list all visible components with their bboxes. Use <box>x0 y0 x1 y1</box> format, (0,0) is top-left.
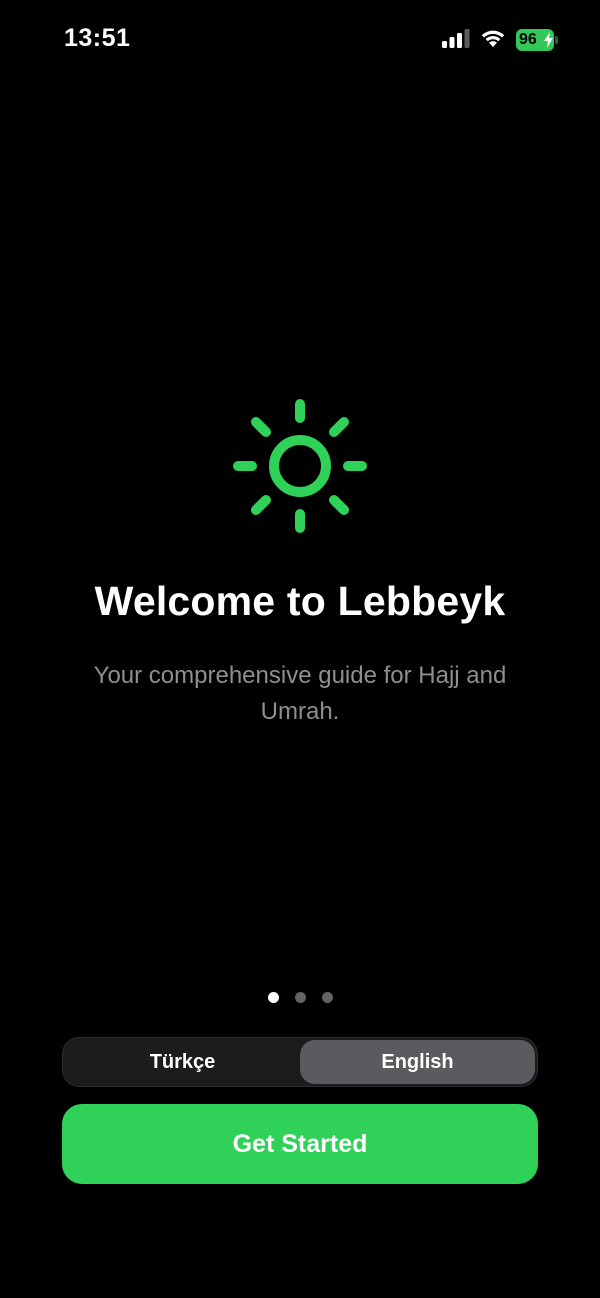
page-dot-1[interactable] <box>267 992 279 1003</box>
sun-icon <box>230 396 370 536</box>
language-toggle[interactable]: Türkçe English <box>62 1037 538 1087</box>
status-time: 13:51 <box>64 24 131 52</box>
battery-cap <box>555 36 558 44</box>
battery-icon: 96 <box>516 29 554 51</box>
battery-level: 96 <box>519 31 537 48</box>
page-indicator[interactable] <box>0 992 600 1003</box>
status-bar: 13:51 96 <box>0 0 600 80</box>
wifi-icon <box>480 28 506 53</box>
language-option-english[interactable]: English <box>300 1040 535 1084</box>
welcome-subtitle: Your comprehensive guide for Hajj and Um… <box>93 662 507 725</box>
welcome-title: Welcome to Lebbeyk <box>94 578 506 624</box>
cellular-signal-icon <box>442 28 470 53</box>
charging-bolt-icon <box>544 32 553 48</box>
page-dot-2[interactable] <box>294 992 306 1003</box>
language-option-turkish[interactable]: Türkçe <box>65 1040 300 1084</box>
get-started-button[interactable]: Get Started <box>62 1104 538 1184</box>
page-dot-3[interactable] <box>321 992 333 1003</box>
status-icons: 96 <box>442 28 558 53</box>
battery-indicator: 96 <box>516 29 558 51</box>
